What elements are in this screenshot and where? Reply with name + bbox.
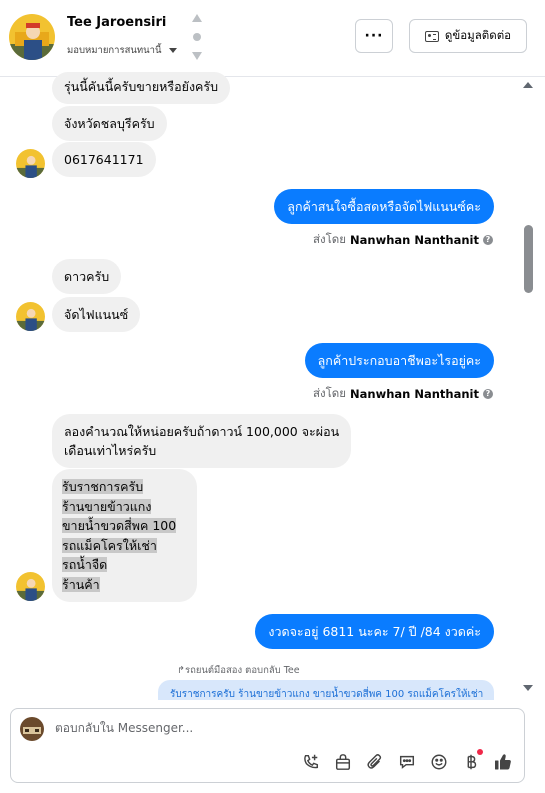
notification-dot xyxy=(477,749,483,755)
incoming-message: ลองคำนวณให้หน่อยครับถ้าดาวน์ 100,000 จะผ… xyxy=(52,414,352,468)
sent-by-label: ส่งโดย Nanwhan Nanthanit ? xyxy=(313,385,493,403)
baht-icon[interactable] xyxy=(461,749,483,772)
reply-preview-text: รับราชการครับ ร้านขายข้าวแกง ขายน้ำขวดสี… xyxy=(170,689,484,700)
view-contact-info-label: ดูข้อมูลติดต่อ xyxy=(444,28,512,42)
contact-name[interactable]: Tee Jaroensiri xyxy=(67,15,166,30)
message-line: เดือนเท่าไหร่ครับ xyxy=(64,443,157,458)
composer-toolbar xyxy=(301,749,513,773)
more-options-button[interactable]: ··· xyxy=(355,19,393,53)
sent-by-label: ส่งโดย Nanwhan Nanthanit ? xyxy=(313,231,493,249)
sender-avatar xyxy=(16,302,45,331)
assign-label: มอบหมายการสนทนานี้ xyxy=(67,45,162,56)
message-line: ร้านค้า xyxy=(62,576,100,592)
message-line: ร้านขายข้าวแกง xyxy=(62,498,152,514)
outgoing-message: ลูกค้าประกอบอาชีพอะไรอยู่คะ xyxy=(304,343,494,378)
add-call-icon[interactable] xyxy=(301,752,321,772)
sender-avatar xyxy=(16,149,45,178)
contact-avatar[interactable] xyxy=(9,14,55,60)
arrow-up-icon[interactable] xyxy=(192,14,202,22)
message-line: รับราชการครับ xyxy=(62,479,144,494)
info-icon[interactable]: ? xyxy=(483,235,493,245)
reply-note: ↱รถยนต์มือสอง ตอบกลับ Tee xyxy=(177,665,300,676)
arrow-down-icon[interactable] xyxy=(192,52,202,60)
scrollbar-thumb[interactable] xyxy=(524,225,533,293)
incoming-message: 0617641171 xyxy=(52,142,156,177)
message-composer xyxy=(10,708,525,783)
thumbs-up-icon[interactable] xyxy=(493,752,513,772)
incoming-message: ดาวครับ xyxy=(52,259,122,294)
sender-avatar xyxy=(16,572,45,601)
message-line: รถแม็คโครให้เช่า xyxy=(62,537,157,553)
assign-conversation-dropdown[interactable]: มอบหมายการสนทนานี้ xyxy=(67,43,177,58)
contact-card-icon xyxy=(424,30,439,42)
reply-input[interactable] xyxy=(55,721,495,735)
conversation-header: Tee Jaroensiri มอบหมายการสนทนานี้ ··· ดู… xyxy=(0,0,545,77)
view-contact-info-button[interactable]: ดูข้อมูลติดต่อ xyxy=(409,19,527,53)
sent-by-name[interactable]: Nanwhan Nanthanit xyxy=(350,233,479,247)
paperclip-icon[interactable] xyxy=(365,752,385,772)
reply-preview-bubble[interactable]: รับราชการครับ ร้านขายข้าวแกง ขายน้ำขวดสี… xyxy=(158,680,494,700)
scroll-down-arrow-icon[interactable] xyxy=(523,685,533,691)
incoming-message: จังหวัดชลบุรีครับ xyxy=(52,106,167,141)
saved-reply-icon[interactable] xyxy=(397,752,417,772)
incoming-message: จัดไฟแนนซ์ xyxy=(52,297,141,332)
conversation-stepper[interactable] xyxy=(190,14,204,60)
incoming-message: รับราชการครับ ร้านขายข้าวแกง ขายน้ำขวดสี… xyxy=(52,469,197,602)
outgoing-message: งวดจะอยู่ 6811 นะคะ 7/ ปี /84 งวดค่ะ xyxy=(255,614,494,649)
page-avatar xyxy=(20,717,44,741)
message-line: รถน้ำจืด xyxy=(62,557,108,572)
sent-by-name[interactable]: Nanwhan Nanthanit xyxy=(350,387,479,401)
stepper-dot-icon xyxy=(193,33,201,41)
sent-by-prefix: ส่งโดย xyxy=(312,386,347,400)
bag-icon[interactable] xyxy=(333,752,353,772)
info-icon[interactable]: ? xyxy=(483,389,493,399)
message-line: ลองคำนวณให้หน่อยครับถ้าดาวน์ 100,000 จะผ… xyxy=(64,424,340,439)
sent-by-prefix: ส่งโดย xyxy=(312,232,347,246)
outgoing-message: ลูกค้าสนใจซื้อสดหรือจัดไฟแนนซ์คะ xyxy=(274,189,494,224)
scroll-up-arrow-icon[interactable] xyxy=(523,82,533,88)
message-line: ขายน้ำขวดสี่พค 100 xyxy=(62,518,177,533)
emoji-icon[interactable] xyxy=(429,752,449,772)
chevron-down-icon xyxy=(168,48,177,53)
incoming-message: รุ่นนี้คันนี้ครับขายหรือยังครับ xyxy=(52,72,231,104)
